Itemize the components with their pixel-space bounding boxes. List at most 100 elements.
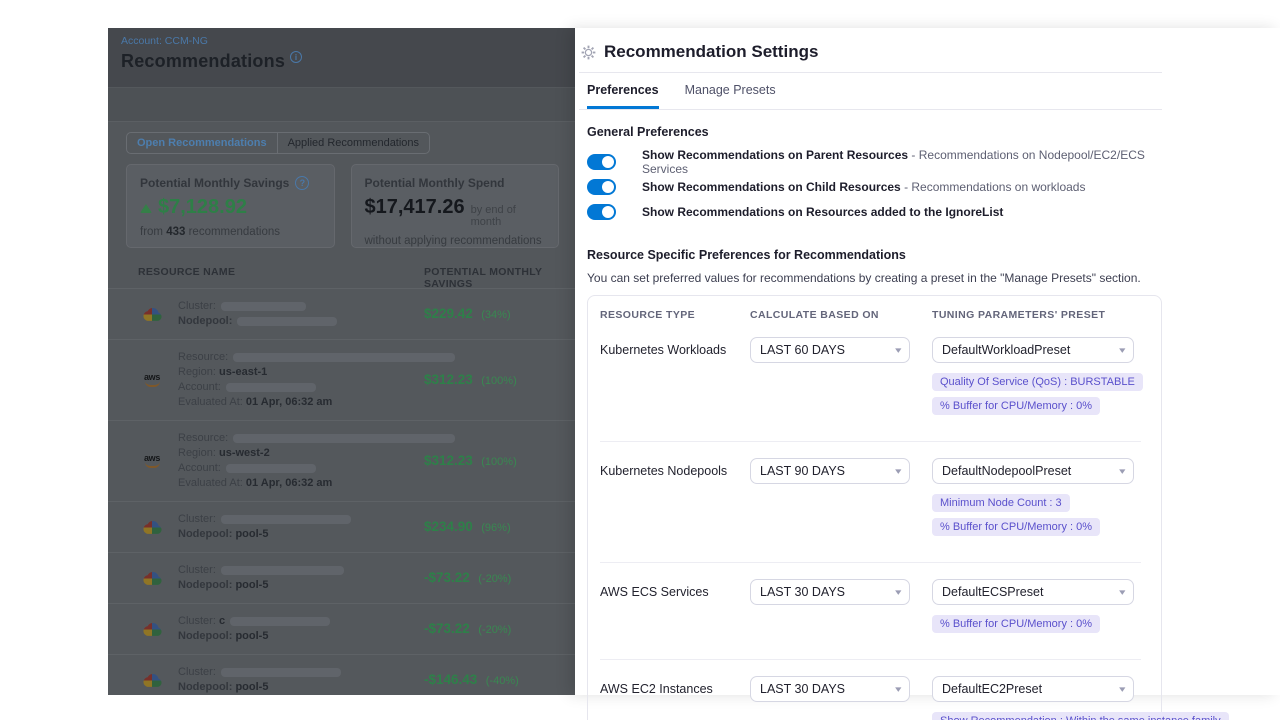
detail-label: Evaluated At: [178,477,243,489]
preset-badges: Show Recommendation : Within the same in… [932,712,1134,720]
recommendations-table-body: Cluster:Nodepool: $229.42 (34%) aws Reso… [108,288,575,695]
tab-preferences[interactable]: Preferences [587,83,659,109]
toggle-switch[interactable] [587,154,616,170]
redacted-value [221,515,351,524]
chevron-down-icon: ▾ [896,466,902,477]
detail-label: Cluster: [178,300,216,312]
monthly-savings-value: $229.42 [424,306,473,321]
detail-value: c [216,615,225,627]
toggle-label: Show Recommendations on Parent Resources [642,148,908,162]
chevron-down-icon: ▾ [896,684,902,695]
tuning-preset-select[interactable]: DefaultEC2Preset ▾ [932,676,1134,702]
chevron-down-icon: ▾ [1120,466,1126,477]
redacted-value [221,566,344,575]
select-value: DefaultEC2Preset [942,682,1042,696]
resource-table-header: RESOURCE TYPE CALCULATE BASED ON TUNING … [600,309,1141,321]
toggle-switch[interactable] [587,204,616,220]
redacted-value [237,317,337,326]
provider-icon: aws [140,373,164,387]
recommendation-row: Cluster:Nodepool: pool-5 -$73.22 (-20%) [108,552,575,603]
help-icon: ? [295,176,309,190]
aws-icon: aws [144,454,160,468]
account-breadcrumb: Account: CCM-NG [121,35,575,47]
provider-icon [140,519,164,536]
drawer-title: Recommendation Settings [604,42,818,62]
monthly-savings-value: $312.23 [424,372,473,387]
preset-badge: % Buffer for CPU/Memory : 0% [932,397,1100,415]
redacted-value [221,302,306,311]
monthly-savings-value: -$73.22 [424,621,470,636]
redacted-value [221,668,341,677]
resource-preferences-description: You can set preferred values for recomme… [587,271,1162,285]
spend-amount-suffix: by end of month [471,204,545,228]
detail-value: pool-5 [232,681,268,693]
preset-badges: Quality Of Service (QoS) : BURSTABLE% Bu… [932,373,1134,415]
monthly-savings-value: -$146.43 [424,672,477,687]
chevron-down-icon: ▾ [1120,684,1126,695]
savings-sub-suffix: recommendations [189,226,280,238]
resource-type-label: AWS EC2 Instances [600,676,750,720]
savings-subtext: from 433 recommendations [140,226,321,238]
preset-badges: Minimum Node Count : 3% Buffer for CPU/M… [932,494,1134,536]
detail-label: Cluster: [178,666,216,678]
resource-type-label: AWS ECS Services [600,579,750,633]
spend-subtext: without applying recommendations [365,235,546,247]
info-icon: i [290,51,302,63]
resource-preferences-heading: Resource Specific Preferences for Recomm… [587,248,1162,262]
spend-amount: $17,417.26 [365,196,465,219]
tuning-preset-select[interactable]: DefaultWorkloadPreset ▾ [932,337,1134,363]
chevron-down-icon: ▾ [1120,587,1126,598]
detail-label: Cluster: [178,513,216,525]
redacted-value [230,617,330,626]
chevron-down-icon: ▾ [1120,345,1126,356]
toggle-switch[interactable] [587,179,616,195]
resource-detail-line: Evaluated At: 01 Apr, 06:32 am [178,476,559,491]
recommendation-row: aws Resource:Region: us-west-2Account:Ev… [108,420,575,501]
savings-card-title: Potential Monthly Savings [140,176,289,190]
monthly-savings-value: $234.90 [424,519,473,534]
tuning-preset-select[interactable]: DefaultECSPreset ▾ [932,579,1134,605]
resource-row: Kubernetes Workloads LAST 60 DAYS ▾ Defa… [600,321,1141,429]
toggle-label: Show Recommendations on Resources added … [642,205,1003,219]
savings-percent: (-40%) [486,675,519,687]
toggle-row: Show Recommendations on Child Resources … [587,174,1162,199]
toggle-list: Show Recommendations on Parent Resources… [587,149,1162,224]
column-resource-type: RESOURCE TYPE [600,309,750,321]
toggle-row: Show Recommendations on Resources added … [587,199,1162,224]
chevron-down-icon: ▾ [896,587,902,598]
calculate-based-on-select[interactable]: LAST 90 DAYS ▾ [750,458,910,484]
select-value: DefaultWorkloadPreset [942,343,1070,357]
redacted-value [226,383,316,392]
resource-preferences-card: RESOURCE TYPE CALCULATE BASED ON TUNING … [587,295,1162,720]
detail-label: Evaluated At: [178,396,243,408]
provider-icon: aws [140,454,164,468]
detail-label: Nodepool: [178,579,232,591]
tab-manage-presets[interactable]: Manage Presets [685,83,776,109]
detail-label: Resource: [178,432,228,444]
resource-row: AWS EC2 Instances LAST 30 DAYS ▾ Default… [600,659,1141,720]
savings-up-arrow-icon [140,204,152,213]
recommendation-row: Cluster:Nodepool: $229.42 (34%) [108,288,575,339]
spend-card-title: Potential Monthly Spend [365,176,505,190]
savings-amount: $7,128.92 [158,196,247,219]
toggle-description: - Recommendations on workloads [904,180,1085,194]
detail-label: Resource: [178,351,228,363]
detail-label: Cluster: [178,564,216,576]
tab-applied-recommendations: Applied Recommendations [277,133,429,153]
gcp-cloud-icon [141,570,163,587]
calculate-based-on-select[interactable]: LAST 30 DAYS ▾ [750,676,910,702]
gcp-cloud-icon [141,306,163,323]
calculate-based-on-select[interactable]: LAST 30 DAYS ▾ [750,579,910,605]
recommendation-row: aws Resource:Region: us-east-1Account:Ev… [108,339,575,420]
gcp-cloud-icon [141,621,163,638]
column-tuning-parameters-preset: TUNING PARAMETERS' PRESET [932,309,1134,321]
calculate-based-on-select[interactable]: LAST 60 DAYS ▾ [750,337,910,363]
preset-badge: Minimum Node Count : 3 [932,494,1070,512]
detail-label: Account: [178,381,221,393]
savings-percent: (-20%) [478,624,511,636]
tuning-preset-select[interactable]: DefaultNodepoolPreset ▾ [932,458,1134,484]
resource-table-body: Kubernetes Workloads LAST 60 DAYS ▾ Defa… [600,321,1141,720]
provider-icon [140,306,164,323]
select-value: LAST 60 DAYS [760,343,845,357]
tab-open-recommendations: Open Recommendations [127,133,277,153]
